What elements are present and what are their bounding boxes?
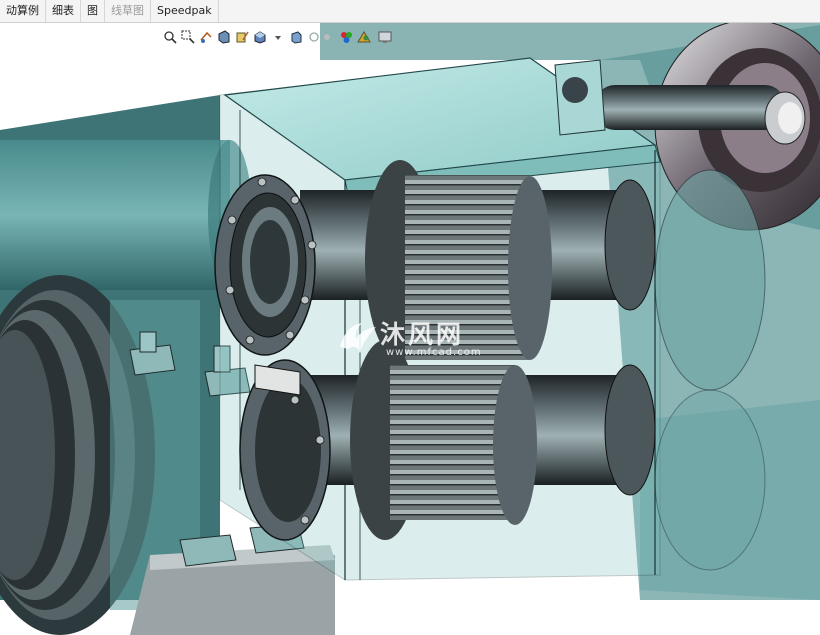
upper-flange bbox=[214, 174, 316, 356]
top-bracket bbox=[554, 59, 606, 136]
section-view-icon[interactable] bbox=[216, 29, 232, 45]
zoom-area-icon[interactable] bbox=[180, 29, 196, 45]
tab-speedpak[interactable]: Speedpak bbox=[150, 0, 219, 22]
tab-motion-study[interactable]: 动算例 bbox=[0, 0, 46, 22]
display-style-icon[interactable] bbox=[288, 29, 304, 45]
previous-view-icon[interactable] bbox=[198, 29, 214, 45]
tab-line-sketch[interactable]: 线草图 bbox=[105, 0, 150, 22]
hide-show-icon[interactable] bbox=[306, 29, 336, 45]
command-manager-tabs: 动算例 细表 图 线草图 Speedpak bbox=[0, 0, 820, 23]
lower-flange bbox=[239, 359, 331, 541]
watermark-site: www.mfcad.com bbox=[386, 347, 482, 358]
view-orientation-icon[interactable] bbox=[252, 29, 268, 45]
lower-gear bbox=[350, 340, 537, 540]
zoom-to-fit-icon[interactable] bbox=[162, 29, 178, 45]
graphics-viewport[interactable]: 沐风网 www.mfcad.com bbox=[0, 23, 820, 635]
watermark-brand: 沐风网 bbox=[380, 320, 465, 349]
dynamic-annotation-icon[interactable] bbox=[234, 29, 250, 45]
watermark: 沐风网 www.mfcad.com bbox=[336, 315, 496, 363]
watermark-logo bbox=[340, 323, 376, 353]
edit-appearance-icon[interactable] bbox=[338, 29, 354, 45]
tab-drawing[interactable]: 图 bbox=[81, 0, 105, 22]
view-settings-icon[interactable] bbox=[374, 29, 396, 45]
chevron-down-icon[interactable] bbox=[270, 29, 286, 45]
apply-scene-icon[interactable] bbox=[356, 29, 372, 45]
heads-up-view-toolbar bbox=[162, 28, 396, 46]
tab-bill-of-materials[interactable]: 细表 bbox=[46, 0, 81, 22]
